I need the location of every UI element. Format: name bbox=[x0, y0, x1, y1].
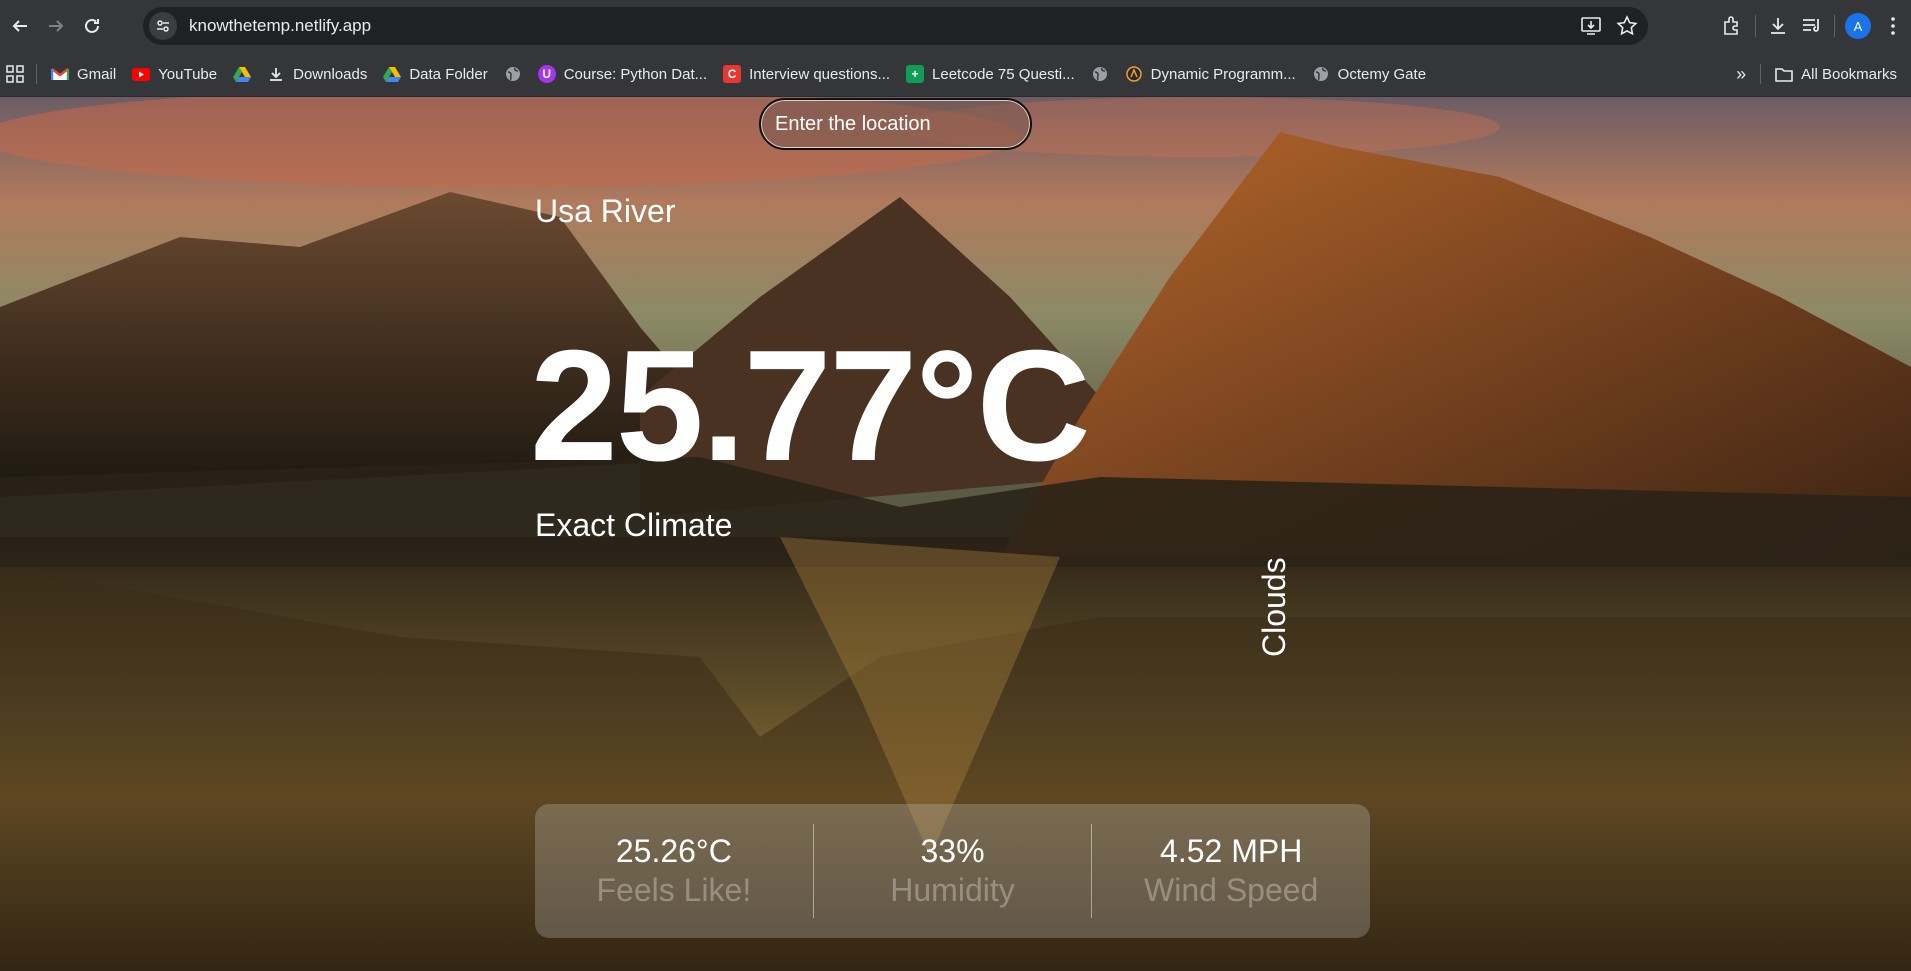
climate-label: Exact Climate bbox=[535, 507, 733, 543]
drive-icon bbox=[383, 65, 402, 83]
bookmark-label: Course: Python Dat... bbox=[563, 65, 708, 83]
bookmarks-divider bbox=[36, 64, 37, 84]
toolbar-divider bbox=[1834, 15, 1835, 37]
bookmark-drive[interactable] bbox=[225, 59, 259, 89]
bookmark-leetcode[interactable]: + Leetcode 75 Questi... bbox=[898, 59, 1083, 89]
bookmarks-bar: Gmail YouTube Downloads Data Folder U Co… bbox=[0, 52, 1911, 97]
extensions-icon[interactable] bbox=[1721, 14, 1745, 38]
kebab-menu-icon[interactable] bbox=[1881, 14, 1905, 38]
reload-button[interactable] bbox=[74, 8, 110, 44]
udemy-icon: U bbox=[537, 65, 556, 83]
folder-icon bbox=[1775, 65, 1793, 83]
humidity-value: 33% bbox=[920, 833, 985, 869]
bookmark-octemy-gate[interactable]: Octemy Gate bbox=[1304, 59, 1434, 89]
c-icon: C bbox=[723, 65, 742, 83]
bookmark-gmail[interactable]: Gmail bbox=[43, 59, 124, 89]
bookmark-star-icon[interactable] bbox=[1616, 15, 1638, 37]
gmail-icon bbox=[51, 65, 69, 83]
all-bookmarks-label: All Bookmarks bbox=[1801, 65, 1897, 83]
url-text[interactable]: knowthetemp.netlify.app bbox=[189, 16, 371, 36]
all-bookmarks-button[interactable]: All Bookmarks bbox=[1767, 59, 1905, 89]
bookmark-downloads[interactable]: Downloads bbox=[259, 59, 375, 89]
browser-toolbar: knowthetemp.netlify.app A bbox=[0, 0, 1911, 52]
tune-icon bbox=[157, 20, 169, 32]
bookmark-data-folder[interactable]: Data Folder bbox=[375, 59, 495, 89]
dp-icon bbox=[1125, 65, 1143, 83]
profile-avatar[interactable]: A bbox=[1845, 13, 1871, 39]
bookmark-globe-2[interactable] bbox=[1083, 59, 1117, 89]
bookmark-dynamic-programming[interactable]: Dynamic Programm... bbox=[1117, 59, 1304, 89]
bookmarks-divider bbox=[1760, 64, 1762, 84]
more-bookmarks-button[interactable]: » bbox=[1728, 59, 1754, 89]
bookmark-python-course[interactable]: U Course: Python Dat... bbox=[530, 59, 715, 89]
install-app-icon[interactable] bbox=[1580, 15, 1602, 37]
apps-button[interactable] bbox=[0, 59, 30, 89]
reload-icon bbox=[85, 18, 99, 33]
bookmark-label: Octemy Gate bbox=[1337, 65, 1427, 83]
download-icon bbox=[267, 65, 285, 83]
location-name: Usa River bbox=[535, 193, 676, 229]
bookmark-label: Gmail bbox=[77, 65, 117, 83]
globe-icon bbox=[1091, 65, 1109, 83]
address-bar[interactable]: knowthetemp.netlify.app bbox=[143, 7, 1648, 45]
bookmark-label: Leetcode 75 Questi... bbox=[932, 65, 1075, 83]
youtube-icon bbox=[132, 65, 151, 83]
bookmark-label: Data Folder bbox=[409, 65, 488, 83]
location-search-input[interactable] bbox=[759, 98, 1032, 150]
bookmark-youtube[interactable]: YouTube bbox=[124, 59, 225, 89]
temperature-value: 25.77°C bbox=[530, 318, 1091, 494]
weather-condition: Clouds bbox=[1256, 557, 1292, 657]
wind-speed-stat: 4.52 MPH Wind Speed bbox=[1092, 833, 1370, 909]
sheets-icon: + bbox=[906, 65, 925, 83]
bookmark-label: Interview questions... bbox=[749, 65, 891, 83]
feels-like-label: Feels Like! bbox=[596, 872, 752, 908]
bookmark-interview-questions[interactable]: C Interview questions... bbox=[715, 59, 898, 89]
site-info-button[interactable] bbox=[149, 12, 177, 40]
globe-icon bbox=[504, 65, 522, 83]
bookmark-label: Downloads bbox=[293, 65, 368, 83]
downloads-icon[interactable] bbox=[1766, 14, 1790, 38]
weather-stats-panel: 25.26°C Feels Like! 33% Humidity 4.52 MP… bbox=[535, 804, 1370, 938]
bookmark-globe[interactable] bbox=[496, 59, 530, 89]
forward-button[interactable] bbox=[38, 8, 74, 44]
back-arrow-icon bbox=[12, 20, 27, 32]
media-control-icon[interactable] bbox=[1800, 14, 1824, 38]
drive-icon bbox=[233, 65, 252, 83]
weather-page: Usa River 25.77°C Exact Climate Clouds 2… bbox=[0, 97, 1911, 971]
humidity-stat: 33% Humidity bbox=[814, 833, 1092, 909]
feels-like-stat: 25.26°C Feels Like! bbox=[535, 833, 813, 909]
feels-like-value: 25.26°C bbox=[615, 833, 732, 869]
bookmark-label: YouTube bbox=[158, 65, 218, 83]
wind-speed-label: Wind Speed bbox=[1144, 872, 1319, 908]
apps-grid-icon bbox=[6, 65, 24, 83]
globe-icon bbox=[1312, 65, 1330, 83]
back-button[interactable] bbox=[2, 8, 38, 44]
bookmark-label: Dynamic Programm... bbox=[1150, 65, 1296, 83]
wind-speed-value: 4.52 MPH bbox=[1160, 833, 1303, 869]
chevron-double-right-icon: » bbox=[1736, 63, 1747, 84]
forward-arrow-icon bbox=[49, 20, 64, 32]
humidity-label: Humidity bbox=[890, 872, 1015, 908]
toolbar-divider bbox=[1755, 15, 1756, 37]
